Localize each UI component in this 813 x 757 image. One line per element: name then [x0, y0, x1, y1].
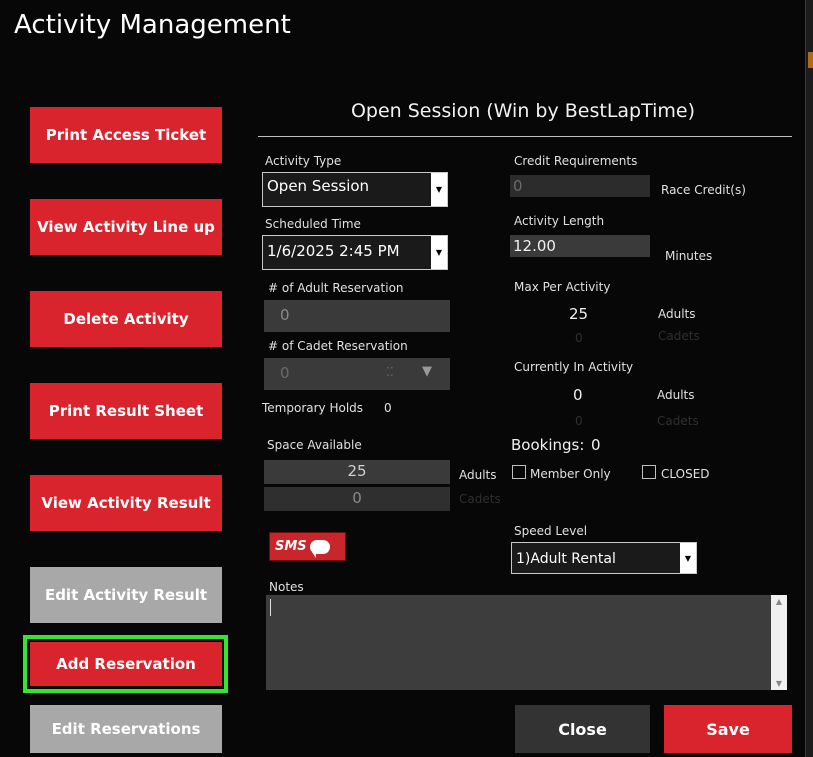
edit-activity-result-button[interactable]: Edit Activity Result	[30, 567, 222, 623]
currently-in-activity-adults-value: 0	[573, 386, 583, 404]
cadet-reservation-field: 0 ⁚⁚ ▼	[264, 358, 450, 390]
speed-level-select[interactable]: 1)Adult Rental ▼	[511, 542, 697, 574]
max-per-activity-label: Max Per Activity	[514, 280, 611, 294]
currently-in-activity-cadets-value: 0	[575, 414, 583, 428]
sms-button[interactable]: SMS	[269, 532, 346, 561]
drag-grip-icon: ⁚⁚	[386, 365, 394, 379]
currently-in-activity-label: Currently In Activity	[514, 360, 634, 374]
member-only-label: Member Only	[530, 467, 611, 481]
bookings-label: Bookings:	[511, 436, 585, 454]
temporary-holds-label: Temporary Holds	[262, 401, 364, 415]
delete-activity-button[interactable]: Delete Activity	[30, 291, 222, 347]
cadet-reservation-label: # of Cadet Reservation	[268, 339, 408, 353]
sms-label: SMS	[275, 539, 307, 554]
closed-checkbox[interactable]	[642, 465, 656, 479]
view-activity-result-button[interactable]: View Activity Result	[30, 475, 222, 531]
credit-requirements-unit: Race Credit(s)	[661, 183, 746, 197]
activity-type-label: Activity Type	[265, 154, 342, 168]
scheduled-time-label: Scheduled Time	[265, 217, 361, 231]
activity-type-select[interactable]: Open Session ▼	[262, 172, 448, 207]
cadet-reservation-value: 0	[280, 364, 290, 382]
chevron-down-icon: ▼	[680, 543, 696, 573]
chevron-down-icon: ▼	[431, 236, 447, 269]
add-reservation-button[interactable]: Add Reservation	[30, 642, 222, 686]
adult-reservation-field[interactable]: 0	[264, 300, 450, 332]
notes-textarea[interactable]: ▲ ▼	[266, 595, 787, 690]
max-per-activity-cadets-unit: Cadets	[658, 329, 700, 343]
scheduled-time-value: 1/6/2025 2:45 PM	[267, 242, 400, 260]
window-edge-marker	[808, 52, 813, 68]
adult-reservation-label: # of Adult Reservation	[268, 281, 404, 295]
speed-level-value: 1)Adult Rental	[516, 551, 616, 567]
view-activity-lineup-button[interactable]: View Activity Line up	[30, 199, 222, 255]
speed-level-label: Speed Level	[514, 524, 588, 538]
print-result-sheet-button[interactable]: Print Result Sheet	[30, 383, 222, 439]
caret-down-icon: ▼	[422, 364, 432, 379]
chevron-down-icon: ▼	[431, 173, 447, 206]
notes-scrollbar[interactable]: ▲ ▼	[771, 595, 787, 690]
notes-label: Notes	[269, 580, 304, 594]
space-available-adults-unit: Adults	[459, 468, 497, 482]
member-only-checkbox[interactable]	[512, 465, 526, 479]
save-button[interactable]: Save	[664, 705, 792, 753]
session-title: Open Session (Win by BestLapTime)	[350, 100, 696, 122]
scroll-down-icon[interactable]: ▼	[771, 679, 787, 688]
activity-length-label: Activity Length	[514, 214, 605, 228]
edit-reservations-button[interactable]: Edit Reservations	[30, 705, 222, 753]
max-per-activity-adults-value: 25	[569, 305, 589, 323]
space-available-adults-field: 25	[264, 460, 450, 484]
closed-label: CLOSED	[661, 467, 710, 481]
window-title: Activity Management	[14, 10, 291, 40]
bookings-value: 0	[591, 436, 601, 454]
window-edge-strip	[806, 0, 813, 757]
temporary-holds-value: 0	[384, 401, 392, 415]
space-available-cadets-unit: Cadets	[459, 492, 501, 506]
activity-length-unit: Minutes	[665, 249, 713, 263]
print-access-ticket-button[interactable]: Print Access Ticket	[30, 107, 222, 163]
space-available-label: Space Available	[267, 438, 362, 452]
activity-length-field[interactable]: 12.00	[510, 235, 650, 257]
currently-in-activity-cadets-unit: Cadets	[657, 414, 699, 428]
close-button[interactable]: Close	[515, 705, 650, 753]
currently-in-activity-adults-unit: Adults	[657, 388, 695, 402]
text-cursor	[270, 599, 271, 616]
title-divider	[258, 136, 792, 137]
max-per-activity-adults-unit: Adults	[658, 307, 696, 321]
max-per-activity-cadets-value: 0	[575, 331, 583, 345]
scroll-up-icon[interactable]: ▲	[771, 597, 787, 606]
space-available-cadets-field: 0	[264, 487, 450, 511]
speech-bubble-icon	[309, 539, 330, 558]
activity-type-value: Open Session	[267, 177, 370, 195]
credit-requirements-label: Credit Requirements	[514, 154, 638, 168]
scheduled-time-picker[interactable]: 1/6/2025 2:45 PM ▼	[262, 235, 448, 270]
credit-requirements-field: 0	[510, 175, 650, 197]
